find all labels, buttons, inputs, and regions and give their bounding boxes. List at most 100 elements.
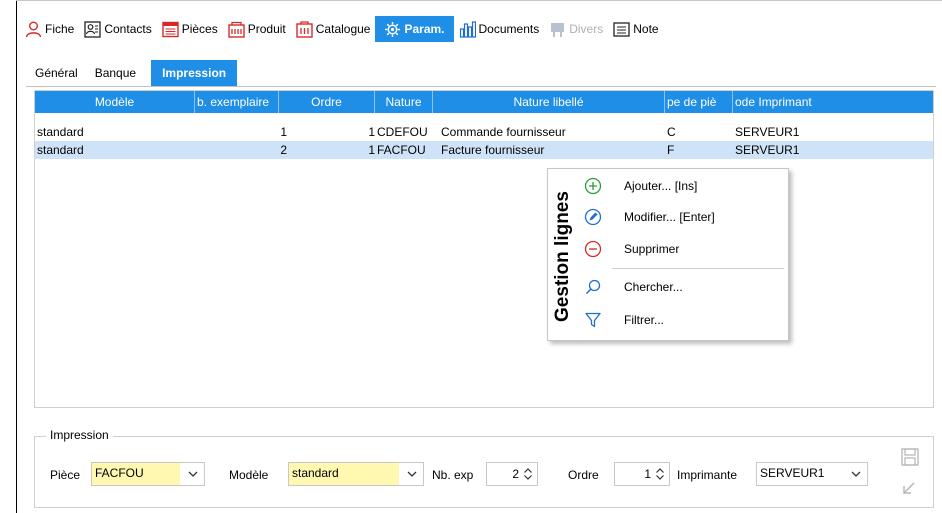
- cell-nature: CDEFOU: [377, 125, 428, 139]
- impression-grid[interactable]: Modèle b. exemplaire Ordre Nature Nature…: [34, 90, 934, 408]
- search-icon: [585, 279, 601, 295]
- menu-item-chercher[interactable]: Chercher...: [580, 274, 786, 300]
- menu-item-supprimer[interactable]: Supprimer: [580, 236, 786, 262]
- tab-produit-label: Produit: [247, 22, 286, 36]
- remove-circle-icon: [584, 240, 602, 258]
- col-type-piece-header[interactable]: pe de piè: [665, 91, 733, 113]
- cell-imprimante: SERVEUR1: [735, 143, 800, 157]
- col-modele-header[interactable]: Modèle: [35, 91, 195, 113]
- ordre-label: Ordre: [568, 468, 599, 482]
- menu-item-chercher-label: Chercher...: [624, 280, 683, 294]
- menu-separator: [612, 268, 784, 269]
- catalogue-icon: [296, 20, 313, 38]
- menu-item-ajouter-label: Ajouter... [Ins]: [624, 179, 698, 193]
- imprimante-select[interactable]: SERVEUR1: [756, 462, 868, 486]
- menu-item-modifier-label: Modifier... [Enter]: [624, 210, 715, 224]
- menu-item-supprimer-label: Supprimer: [624, 242, 680, 256]
- modele-select-value: standard: [289, 463, 399, 485]
- modele-select[interactable]: standard: [288, 462, 424, 486]
- add-circle-icon: [584, 177, 602, 195]
- filter-icon: [585, 312, 601, 328]
- cell-imprimante: SERVEUR1: [735, 125, 800, 139]
- tab-produit[interactable]: Produit: [223, 16, 291, 42]
- imprimante-select-value: SERVEUR1: [760, 466, 825, 480]
- chevron-down-icon[interactable]: [849, 467, 863, 481]
- cell-ordre: 1: [368, 125, 375, 139]
- chevron-down-icon[interactable]: [405, 467, 419, 481]
- tab-note-label: Note: [633, 22, 659, 36]
- contacts-icon: [84, 20, 101, 38]
- chevron-down-icon[interactable]: [186, 467, 200, 481]
- tab-contacts[interactable]: Contacts: [79, 16, 156, 42]
- modele-label: Modèle: [229, 468, 269, 482]
- imprimante-label: Imprimante: [677, 468, 738, 482]
- window-top-border: [16, 0, 942, 1]
- undo-icon[interactable]: [899, 476, 921, 498]
- tab-param-label: Param.: [404, 22, 445, 36]
- misc-icon: [551, 22, 565, 37]
- window-left-border: [16, 0, 17, 513]
- tab-note[interactable]: Note: [608, 16, 663, 42]
- piece-select-value: FACFOU: [92, 463, 180, 485]
- cell-nb-exemplaire: 1: [280, 125, 287, 139]
- note-icon: [613, 21, 630, 37]
- tab-param[interactable]: Param.: [375, 16, 454, 42]
- person-icon: [25, 21, 42, 37]
- col-ordre-header[interactable]: Ordre: [279, 91, 375, 113]
- context-menu-sidebar: Gestion lignes: [548, 169, 580, 340]
- menu-item-filtrer-label: Filtrer...: [624, 313, 665, 327]
- menu-item-filtrer[interactable]: Filtrer...: [580, 307, 786, 333]
- cell-type-piece: F: [667, 143, 675, 157]
- cell-type-piece: C: [667, 125, 676, 139]
- context-menu: Gestion lignes Ajouter... [Ins] Modifier…: [547, 168, 789, 341]
- cell-nature-libelle: Facture fournisseur: [441, 143, 545, 157]
- edit-circle-icon: [584, 208, 602, 226]
- tab-pieces[interactable]: Pièces: [157, 16, 223, 42]
- tab-fiche-label: Fiche: [45, 22, 75, 36]
- nb-exp-label: Nb. exp: [432, 468, 474, 482]
- tab-documents-label: Documents: [478, 22, 540, 36]
- gear-icon: [385, 21, 401, 37]
- nb-exp-value: 2: [512, 467, 519, 481]
- spin-arrows-icon[interactable]: [654, 467, 666, 481]
- main-toolbar: Fiche Contacts Pièces Produit Catalogue …: [20, 16, 664, 42]
- subtabs-divider: [26, 86, 936, 87]
- cell-nb-exemplaire: 2: [280, 143, 287, 157]
- tab-catalogue[interactable]: Catalogue: [291, 16, 376, 42]
- tab-catalogue-label: Catalogue: [315, 22, 371, 36]
- context-menu-title: Gestion lignes: [552, 191, 573, 322]
- save-icon[interactable]: [899, 446, 921, 468]
- table-row[interactable]: standard 2 1 FACFOU Facture fournisseur …: [35, 141, 933, 159]
- tab-fiche[interactable]: Fiche: [20, 16, 79, 42]
- tab-divers[interactable]: Divers: [544, 16, 608, 42]
- col-nb-exemplaire-header[interactable]: b. exemplaire: [195, 91, 279, 113]
- impression-group-title: Impression: [46, 428, 113, 442]
- subtab-impression[interactable]: Impression: [151, 60, 238, 86]
- ordre-stepper[interactable]: 1: [614, 462, 670, 486]
- cell-ordre: 1: [368, 143, 375, 157]
- tab-contacts-label: Contacts: [104, 22, 152, 36]
- piece-select[interactable]: FACFOU: [91, 462, 205, 486]
- chart-bars-icon: [459, 20, 476, 38]
- nb-exp-stepper[interactable]: 2: [486, 462, 538, 486]
- table-row[interactable]: standard 1 1 CDEFOU Commande fournisseur…: [35, 123, 933, 141]
- menu-item-modifier[interactable]: Modifier... [Enter]: [580, 204, 786, 230]
- cell-nature: FACFOU: [377, 143, 426, 157]
- tab-divers-label: Divers: [569, 22, 604, 36]
- product-icon: [228, 21, 245, 38]
- cell-nature-libelle: Commande fournisseur: [441, 125, 566, 139]
- subtab-banque[interactable]: Banque: [89, 60, 147, 86]
- tab-documents[interactable]: Documents: [454, 16, 545, 42]
- tab-pieces-label: Pièces: [181, 22, 218, 36]
- col-nature-libelle-header[interactable]: Nature libellé: [433, 91, 665, 113]
- sub-tabs: Général Banque Impression: [26, 60, 238, 86]
- ordre-value: 1: [644, 467, 651, 481]
- spin-arrows-icon[interactable]: [522, 467, 534, 481]
- piece-label: Pièce: [50, 468, 81, 482]
- col-nature-header[interactable]: Nature: [375, 91, 433, 113]
- grid-header: Modèle b. exemplaire Ordre Nature Nature…: [35, 91, 933, 113]
- col-imprimante-header[interactable]: ode Imprimant: [733, 91, 933, 113]
- document-list-icon: [162, 21, 179, 37]
- menu-item-ajouter[interactable]: Ajouter... [Ins]: [580, 173, 786, 199]
- subtab-general[interactable]: Général: [26, 60, 89, 86]
